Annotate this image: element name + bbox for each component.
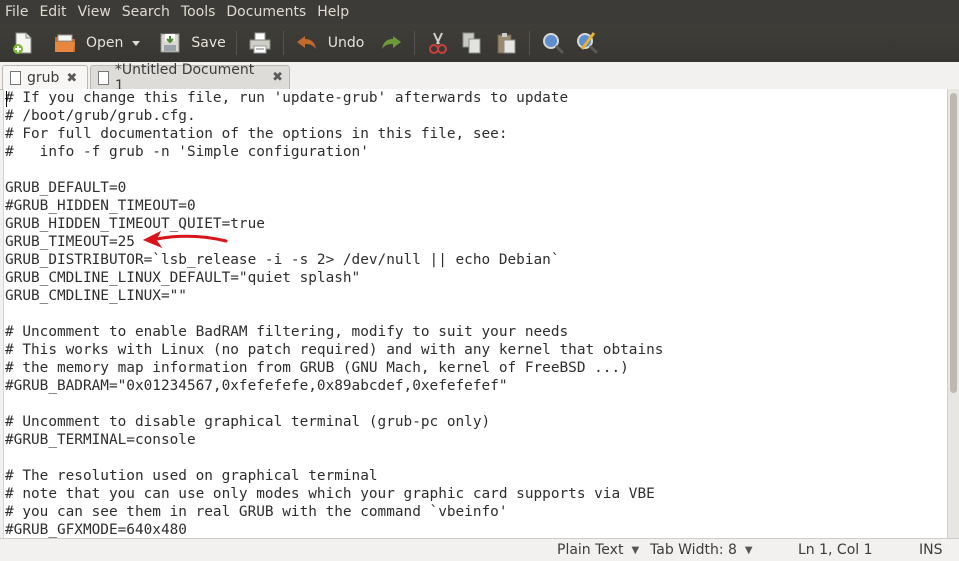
code-line: # For full documentation of the options … bbox=[5, 126, 508, 142]
document-tab-bar: grub ✖ *Untitled Document 1 ✖ bbox=[0, 62, 959, 94]
insert-mode-label: INS bbox=[919, 542, 943, 558]
code-line: # /boot/grub/grub.cfg. bbox=[5, 108, 196, 124]
editor-content[interactable]: # If you change this file, run 'update-g… bbox=[4, 89, 948, 538]
menu-bar: File Edit View Search Tools Documents He… bbox=[0, 0, 959, 24]
tab-label: grub bbox=[27, 70, 60, 86]
menu-help[interactable]: Help bbox=[312, 0, 355, 24]
paste-button[interactable] bbox=[489, 27, 523, 59]
undo-icon bbox=[296, 36, 316, 49]
tab-width-label: Tab Width: 8 bbox=[650, 542, 737, 558]
undo-label: Undo bbox=[327, 35, 365, 51]
code-line: GRUB_CMDLINE_LINUX_DEFAULT="quiet splash… bbox=[5, 270, 361, 286]
code-line: #GRUB_HIDDEN_TIMEOUT=0 bbox=[5, 198, 196, 214]
close-icon[interactable]: ✖ bbox=[66, 71, 77, 86]
find-button[interactable] bbox=[536, 27, 570, 59]
chevron-down-icon bbox=[132, 41, 141, 46]
print-button[interactable] bbox=[243, 27, 277, 59]
code-line: GRUB_DEFAULT=0 bbox=[5, 180, 127, 196]
code-line: #GRUB_BADRAM="0x01234567,0xfefefefe,0x89… bbox=[5, 378, 508, 394]
tab-grub[interactable]: grub ✖ bbox=[2, 65, 88, 90]
code-line: GRUB_HIDDEN_TIMEOUT_QUIET=true bbox=[5, 216, 265, 232]
code-line: GRUB_CMDLINE_LINUX="" bbox=[5, 288, 187, 304]
code-line: # The resolution used on graphical termi… bbox=[5, 468, 378, 484]
toolbar-separator bbox=[282, 31, 284, 55]
find-replace-icon bbox=[577, 32, 599, 55]
scrollbar-thumb[interactable] bbox=[950, 93, 957, 393]
redo-icon bbox=[382, 36, 402, 49]
cursor-position: Ln 1, Col 1 bbox=[798, 542, 873, 558]
insert-mode: INS bbox=[919, 542, 943, 558]
cursor-position-label: Ln 1, Col 1 bbox=[798, 542, 873, 558]
save-icon bbox=[160, 33, 180, 53]
menu-search[interactable]: Search bbox=[117, 0, 176, 24]
toolbar-separator bbox=[414, 31, 416, 55]
code-line: # note that you can use only modes which… bbox=[5, 486, 655, 502]
code-line: #GRUB_GFXMODE=640x480 bbox=[5, 522, 187, 538]
language-selector[interactable]: Plain Text ▼ bbox=[557, 542, 639, 558]
text-editor[interactable]: # If you change this file, run 'update-g… bbox=[3, 89, 948, 538]
document-icon bbox=[98, 70, 109, 85]
new-document-icon bbox=[13, 32, 32, 54]
toolbar-separator bbox=[529, 31, 531, 55]
code-line: # you can see them in real GRUB with the… bbox=[5, 504, 508, 520]
text-cursor bbox=[6, 91, 7, 107]
menu-view[interactable]: View bbox=[73, 0, 117, 24]
undo-button[interactable]: Undo bbox=[290, 27, 369, 59]
tab-width-selector[interactable]: Tab Width: 8 ▼ bbox=[650, 542, 753, 558]
vertical-scrollbar[interactable] bbox=[947, 89, 959, 538]
save-label: Save bbox=[191, 35, 226, 51]
paste-icon bbox=[497, 33, 516, 54]
menu-file[interactable]: File bbox=[0, 0, 34, 24]
toolbar-separator bbox=[235, 31, 237, 55]
tab-untitled-document-1[interactable]: *Untitled Document 1 ✖ bbox=[90, 62, 290, 94]
find-replace-button[interactable] bbox=[570, 27, 604, 59]
open-label: Open bbox=[86, 35, 124, 51]
chevron-down-icon: ▼ bbox=[631, 544, 640, 556]
code-line: # If you change this file, run 'update-g… bbox=[5, 90, 569, 106]
toolbar: Open Save Undo bbox=[0, 24, 959, 62]
new-button[interactable] bbox=[6, 27, 40, 59]
code-line: # the memory map information from GRUB (… bbox=[5, 360, 629, 376]
open-button[interactable]: Open bbox=[48, 27, 127, 59]
close-icon[interactable]: ✖ bbox=[272, 70, 283, 85]
language-label: Plain Text bbox=[557, 542, 624, 558]
code-line: GRUB_DISTRIBUTOR=`lsb_release -i -s 2> /… bbox=[5, 252, 560, 268]
open-folder-icon bbox=[55, 34, 75, 52]
code-line: # This works with Linux (no patch requir… bbox=[5, 342, 664, 358]
code-line: # Uncomment to enable BadRAM filtering, … bbox=[5, 324, 569, 340]
document-icon bbox=[10, 71, 21, 85]
copy-icon bbox=[462, 32, 481, 54]
code-line: # Uncomment to disable graphical termina… bbox=[5, 414, 491, 430]
menu-tools[interactable]: Tools bbox=[176, 0, 222, 24]
open-dropdown-button[interactable] bbox=[127, 27, 145, 59]
menu-documents[interactable]: Documents bbox=[221, 0, 312, 24]
copy-button[interactable] bbox=[455, 27, 489, 59]
menu-edit[interactable]: Edit bbox=[34, 0, 72, 24]
redo-button[interactable] bbox=[374, 27, 408, 59]
find-icon bbox=[543, 33, 565, 55]
print-icon bbox=[249, 32, 271, 54]
status-bar: Plain Text ▼ Tab Width: 8 ▼ Ln 1, Col 1 … bbox=[0, 538, 959, 561]
code-line: # info -f grub -n 'Simple configuration' bbox=[5, 144, 369, 160]
save-button[interactable]: Save bbox=[153, 27, 229, 59]
chevron-down-icon: ▼ bbox=[744, 544, 753, 556]
code-line: GRUB_TIMEOUT=25 bbox=[5, 234, 135, 250]
code-line: #GRUB_TERMINAL=console bbox=[5, 432, 196, 448]
cut-button[interactable] bbox=[421, 27, 455, 59]
cut-icon bbox=[429, 32, 448, 54]
